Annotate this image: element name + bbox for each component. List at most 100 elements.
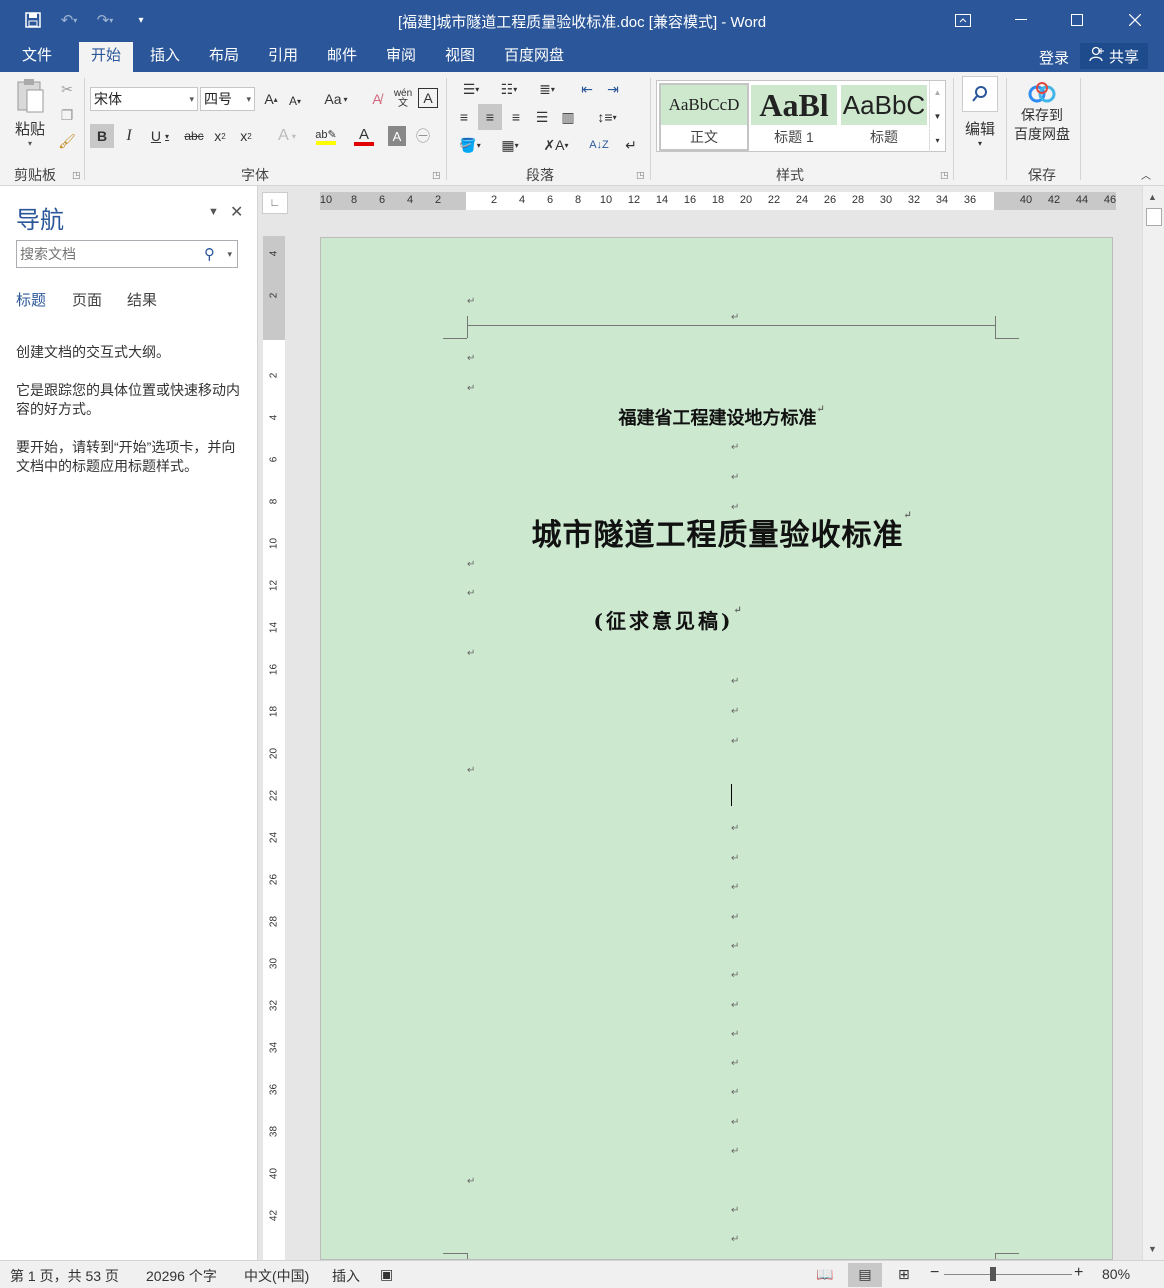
tab-view[interactable]: 视图 — [433, 42, 487, 72]
underline-button[interactable]: U ▾ — [144, 124, 176, 148]
font-size-combo[interactable]: 四号 ▾ — [200, 87, 255, 111]
sort-icon[interactable]: A↓Z — [588, 132, 610, 158]
nav-tab-headings[interactable]: 标题 — [16, 289, 46, 310]
paragraph-mark: ↵ — [731, 823, 740, 834]
superscript-icon[interactable]: x2 — [236, 124, 256, 148]
tab-insert[interactable]: 插入 — [138, 42, 192, 72]
tab-baidu[interactable]: 百度网盘 — [492, 42, 576, 72]
grow-font-icon[interactable]: A ▴ — [262, 89, 280, 109]
show-marks-icon[interactable]: ↵ — [620, 132, 642, 158]
tab-mailings[interactable]: 邮件 — [315, 42, 369, 72]
word-count[interactable]: 20296 个字 — [146, 1266, 217, 1286]
italic-button[interactable]: I — [118, 124, 140, 148]
style-tile-normal[interactable]: AaBbCcD 正文 — [659, 83, 749, 151]
highlight-color-icon[interactable]: ab✎ — [308, 124, 344, 148]
font-name-combo[interactable]: 宋体 ▾ — [90, 87, 198, 111]
scroll-up-icon[interactable]: ▲ — [1148, 192, 1157, 202]
justify-icon[interactable]: ☰ — [530, 104, 554, 130]
align-left-icon[interactable]: ≡ — [452, 104, 476, 130]
change-case-button[interactable]: Aa ▾ — [318, 89, 354, 109]
styles-launcher-icon[interactable]: ◳ — [940, 170, 949, 181]
search-icon[interactable]: ⚲ — [204, 245, 215, 263]
subscript-icon[interactable]: x2 — [210, 124, 230, 148]
bullets-icon[interactable]: ☰ ▾ — [454, 78, 488, 100]
numbering-icon[interactable]: ☷ ▾ — [492, 78, 526, 100]
font-color-icon[interactable]: A — [346, 124, 382, 148]
borders-icon[interactable]: ▦ ▾ — [492, 132, 528, 158]
scroll-down-icon[interactable]: ▼ — [1148, 1244, 1157, 1254]
vertical-ruler[interactable]: 4 2 2 4 6 8 10 12 14 16 18 20 22 24 26 28 30 32 34 36 38 40 42 — [263, 236, 285, 1260]
paragraph-launcher-icon[interactable]: ◳ — [636, 170, 645, 181]
web-layout-icon[interactable]: ⊞ — [898, 1266, 910, 1283]
align-right-icon[interactable]: ≡ — [504, 104, 528, 130]
nav-close-icon[interactable]: ✕ — [230, 202, 243, 222]
ribbon-display-icon[interactable] — [934, 0, 992, 40]
phonetic-guide-icon[interactable]: wén 文 — [392, 87, 414, 111]
minimize-icon[interactable] — [992, 0, 1050, 40]
share-button[interactable]: 共享 — [1080, 43, 1148, 69]
copy-icon[interactable]: ❐ — [58, 106, 76, 124]
tab-references[interactable]: 引用 — [256, 42, 310, 72]
save-to-baidu-button[interactable]: 保存到 百度网盘 — [1008, 80, 1076, 160]
strikethrough-icon[interactable]: abc — [182, 124, 206, 148]
page-count[interactable]: 第 1 页，共 53 页 — [10, 1266, 119, 1286]
zoom-slider-thumb[interactable] — [990, 1267, 996, 1281]
maximize-icon[interactable] — [1048, 0, 1106, 40]
paste-button[interactable]: 粘贴 ▾ — [10, 78, 50, 158]
enclose-char-icon[interactable]: ㊀ — [412, 126, 434, 146]
zoom-out-icon[interactable]: − — [930, 1264, 939, 1282]
align-center-icon[interactable]: ≡ — [478, 104, 502, 130]
editing-button[interactable]: 编辑 ▾ — [958, 76, 1002, 160]
tab-home[interactable]: 开始 — [79, 42, 134, 72]
tab-review[interactable]: 审阅 — [374, 42, 428, 72]
char-shading-icon[interactable]: A — [388, 126, 406, 146]
zoom-level[interactable]: 80% — [1102, 1266, 1130, 1282]
cut-icon[interactable]: ✂ — [58, 80, 76, 98]
multilevel-list-icon[interactable]: ≣ ▾ — [530, 78, 564, 100]
nav-search-input[interactable] — [17, 241, 197, 267]
zoom-in-icon[interactable]: + — [1074, 1264, 1083, 1282]
tab-file[interactable]: 文件 — [10, 42, 64, 72]
nav-options-icon[interactable]: ▼ — [208, 206, 219, 218]
zoom-slider[interactable] — [944, 1274, 1072, 1275]
style-tile-title[interactable]: AaBbC 标题 — [841, 85, 927, 149]
close-icon[interactable] — [1106, 0, 1164, 40]
char-border-icon[interactable]: A — [418, 88, 438, 108]
decrease-indent-icon[interactable]: ⇤ — [576, 78, 598, 100]
shrink-font-icon[interactable]: A ▾ — [286, 91, 304, 111]
clipboard-launcher-icon[interactable]: ◳ — [72, 170, 81, 181]
shading-icon[interactable]: 🪣 ▾ — [452, 132, 488, 158]
increase-indent-icon[interactable]: ⇥ — [602, 78, 624, 100]
font-launcher-icon[interactable]: ◳ — [432, 170, 441, 181]
vertical-scrollbar[interactable]: ▲ ▼ — [1142, 186, 1164, 1260]
bold-button[interactable]: B — [90, 124, 114, 148]
document-page[interactable]: 福建省工程建设地方标准 ↵ 城市隧道工程质量验收标准 ↵ (征求意见稿) ↵ ↵ ↵ ↵ ↵… — [320, 237, 1113, 1260]
login-link[interactable]: 登录 — [1039, 47, 1069, 68]
nav-tab-results[interactable]: 结果 — [127, 289, 157, 310]
styles-scroll-up-icon[interactable]: ▲ — [929, 81, 945, 104]
insert-mode[interactable]: 插入 — [332, 1266, 360, 1286]
print-layout-icon[interactable]: ▤ — [848, 1263, 882, 1287]
style-tile-heading1[interactable]: AaBl 标题 1 — [751, 85, 837, 149]
nav-tab-pages[interactable]: 页面 — [72, 289, 102, 310]
line-spacing-icon[interactable]: ↕≡ ▾ — [590, 104, 624, 130]
tab-layout[interactable]: 布局 — [197, 42, 251, 72]
styles-scroll-down-icon[interactable]: ▼ — [929, 105, 945, 128]
horizontal-ruler[interactable]: 10 8 6 4 2 2 4 6 8 10 12 14 16 18 20 22 24 26 28 30 32 34 36 40… — [320, 192, 1116, 210]
format-painter-icon[interactable]: 🖌 — [58, 132, 76, 150]
scroll-thumb[interactable] — [1146, 208, 1162, 226]
macro-record-icon[interactable]: ▣ — [380, 1266, 393, 1283]
ruler-tick-label: 2 — [490, 194, 498, 206]
language-status[interactable]: 中文(中国) — [244, 1266, 309, 1286]
tab-stop-selector[interactable]: ∟ — [262, 192, 288, 214]
search-options-icon[interactable]: ▾ — [227, 249, 232, 260]
clear-format-icon[interactable]: A̸ — [366, 89, 388, 109]
text-effects-icon[interactable]: A ▾ — [270, 124, 304, 148]
paste-icon — [17, 79, 44, 113]
ruler-tick-label: 12 — [268, 579, 280, 592]
styles-more-icon[interactable]: ▾ — [929, 129, 945, 152]
collapse-ribbon-icon[interactable]: ︿ — [1138, 166, 1154, 182]
distributed-icon[interactable]: ▥ — [556, 104, 580, 130]
chinese-layout-icon[interactable]: ✗A ▾ — [538, 132, 574, 158]
read-mode-icon[interactable]: 📖 — [816, 1266, 833, 1283]
